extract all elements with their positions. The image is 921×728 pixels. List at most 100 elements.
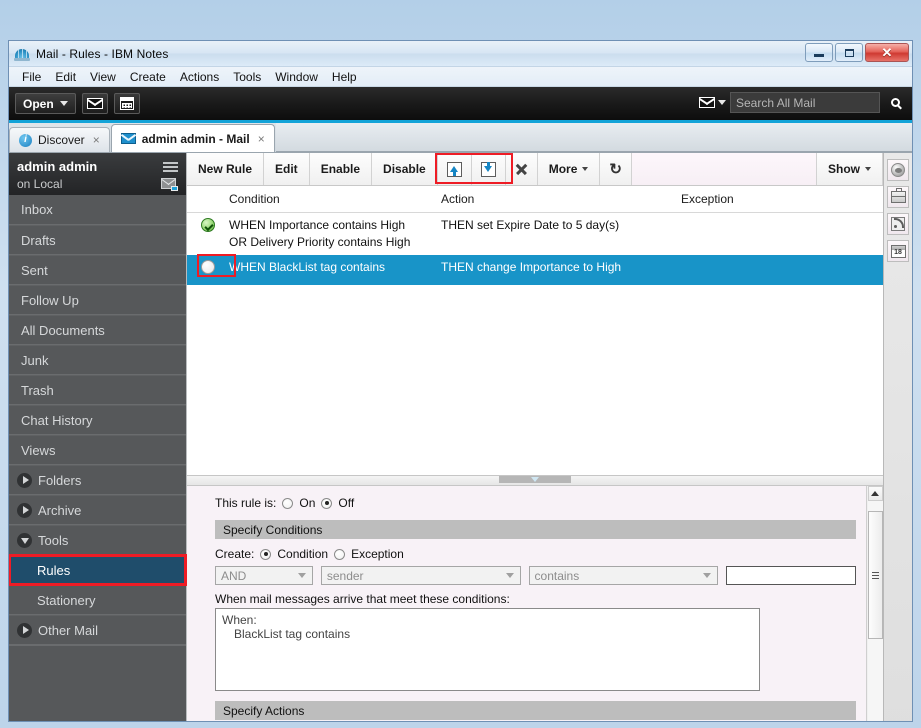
chevron-right-icon[interactable] [17,502,32,518]
feeds-button[interactable] [887,213,909,235]
search-input[interactable]: Search All Mail [730,92,880,113]
search-submit-button[interactable] [884,92,906,113]
action-text: THEN set Expire Date to 5 day(s) [441,218,620,232]
rule-status-cell[interactable] [187,259,229,281]
tab-discover[interactable]: i Discover × [9,127,110,152]
calendar-shortcut-button[interactable] [113,93,140,114]
chevron-down-icon[interactable] [17,532,32,548]
more-button[interactable]: More [538,153,601,185]
sidebar-item-sent[interactable]: Sent [9,255,186,285]
condition-line: WHEN BlackList tag contains [229,260,386,274]
scroll-track[interactable] [867,501,883,721]
rule-action-cell: THEN set Expire Date to 5 day(s) [441,217,681,251]
mail-icon [120,133,136,144]
sidebar-item-archive[interactable]: Archive [9,495,186,525]
maximize-button[interactable] [835,43,863,62]
menu-file[interactable]: File [15,69,48,85]
sidebar-item-label: Archive [38,502,82,518]
logic-operator-select[interactable]: AND [215,566,313,585]
chevron-right-icon[interactable] [17,472,32,488]
specify-actions-header: Specify Actions [215,701,856,720]
table-row[interactable]: WHEN BlackList tag contains THEN change … [187,254,883,285]
minimize-button[interactable] [805,43,833,62]
conditions-summary-box: When: BlackList tag contains [215,608,760,691]
menu-help[interactable]: Help [325,69,364,85]
briefcase-button[interactable] [887,186,909,208]
scroll-thumb[interactable] [867,511,883,639]
new-rule-button[interactable]: New Rule [187,153,265,185]
menu-tools[interactable]: Tools [226,69,268,85]
menu-window[interactable]: Window [268,69,325,85]
splitter-collapse-handle[interactable] [499,476,571,483]
refresh-button[interactable]: ↻ [600,153,632,185]
open-button[interactable]: Open [15,93,76,114]
when-line-1: When: [222,613,257,627]
title-bar: Mail - Rules - IBM Notes ✕ [9,41,912,67]
sidebar-item-junk[interactable]: Junk [9,345,186,375]
grip-icon [871,571,879,579]
close-icon: ✕ [881,45,893,60]
show-button[interactable]: Show [817,153,883,185]
scroll-up-button[interactable] [867,486,883,501]
create-condition-radio[interactable] [260,548,272,560]
sidebar-item-other-mail[interactable]: Other Mail [9,615,186,645]
sidebar-item-follow-up[interactable]: Follow Up [9,285,186,315]
sidebar-item-stationery[interactable]: Stationery [9,585,186,615]
enable-button[interactable]: Enable [310,153,373,185]
rules-toolbar: New Rule Edit Enable Disable More ↻ Show [187,153,883,186]
sidebar-header: admin admin on Local [9,153,186,195]
sidebar-item-all-documents[interactable]: All Documents [9,315,186,345]
menu-create[interactable]: Create [123,69,173,85]
chevron-right-icon[interactable] [17,622,32,638]
sidebar-item-drafts[interactable]: Drafts [9,225,186,255]
delete-rule-button[interactable] [506,153,538,185]
sidebar-item-inbox[interactable]: Inbox [9,195,186,225]
window-title: Mail - Rules - IBM Notes [36,46,169,61]
rule-state-off-radio[interactable] [321,497,333,509]
condition-field-value: sender [326,568,364,583]
sidebar-item-chat-history[interactable]: Chat History [9,405,186,435]
edit-button[interactable]: Edit [264,153,310,185]
sametime-contacts-button[interactable] [887,159,909,181]
sidebar-item-views[interactable]: Views [9,435,186,465]
pane-splitter[interactable] [187,475,883,486]
logic-operator-value: AND [221,568,247,583]
close-button[interactable]: ✕ [865,43,909,62]
sidebar-item-rules[interactable]: Rules [9,554,187,586]
chevron-down-icon [582,167,589,171]
condition-value-input[interactable] [726,566,856,585]
tab-strip-filler [275,123,912,152]
table-row[interactable]: WHEN Importance contains High OR Deliver… [187,213,883,255]
rules-list: Condition Action Exception WHEN Importan… [187,186,883,475]
tab-close-icon[interactable]: × [93,133,100,147]
sidebar-item-label: Views [21,442,56,458]
menu-actions[interactable]: Actions [173,69,226,85]
sidebar-item-trash[interactable]: Trash [9,375,186,405]
sidebar-item-folders[interactable]: Folders [9,465,186,495]
specify-conditions-header: Specify Conditions [215,520,856,539]
rule-status-cell[interactable] [187,217,229,251]
disable-button[interactable]: Disable [372,153,438,185]
workspace: admin admin on Local Inbox Drafts Sent F… [9,153,912,721]
search-scope-button[interactable] [699,97,726,108]
create-type-row: Create: Condition Exception [215,547,856,561]
condition-field-select[interactable]: sender [320,566,521,585]
hamburger-icon[interactable] [163,161,178,172]
move-up-button[interactable] [438,153,472,185]
tab-admin-mail[interactable]: admin admin - Mail × [110,124,275,152]
mail-shortcut-button[interactable] [81,93,108,114]
move-down-button[interactable] [472,153,506,185]
detail-vertical-scrollbar[interactable] [866,486,883,721]
menu-edit[interactable]: Edit [48,69,83,85]
create-exception-radio[interactable] [334,548,346,560]
toolbar-spacer [631,153,817,185]
sidebar-items: Inbox Drafts Sent Follow Up All Document… [9,195,187,721]
chevron-down-icon [703,573,712,578]
day-at-a-glance-button[interactable]: 18 [887,240,909,262]
condition-operator-select[interactable]: contains [528,566,719,585]
rule-state-on-radio[interactable] [282,497,294,509]
sidebar-item-tools[interactable]: Tools [9,525,186,555]
tab-close-icon[interactable]: × [258,132,265,146]
menu-view[interactable]: View [83,69,123,85]
sidebar-empty-area [9,645,186,646]
